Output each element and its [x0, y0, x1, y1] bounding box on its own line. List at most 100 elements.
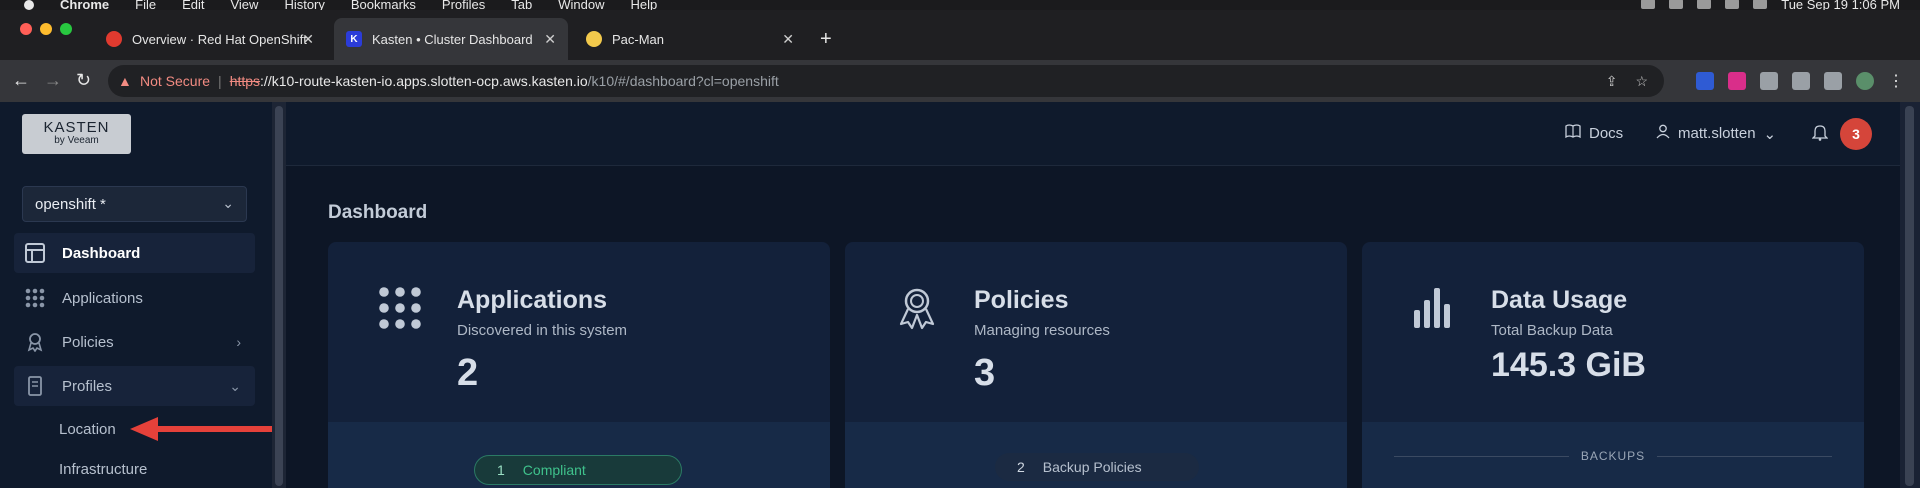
data-usage-card[interactable]: Data Usage Total Backup Data 145.3 GiB B…	[1362, 242, 1864, 488]
menu-file[interactable]: File	[135, 0, 156, 10]
extension-pink-icon[interactable]	[1728, 72, 1746, 90]
compliant-pill[interactable]: 1 Compliant	[474, 455, 682, 485]
status-icon[interactable]	[1669, 0, 1684, 9]
apps-grid-icon	[379, 287, 421, 329]
apple-icon[interactable]	[22, 0, 36, 10]
url-path: /k10/#/dashboard?cl=openshift	[587, 73, 779, 89]
pill-count: 1	[497, 462, 505, 478]
close-tab-icon[interactable]: ✕	[782, 31, 794, 48]
sidebar-subitem-infrastructure[interactable]: Infrastructure	[59, 461, 147, 478]
tab-title: Overview · Red Hat OpenShift	[132, 31, 307, 47]
card-value: 145.3 GiB	[1491, 346, 1646, 384]
profile-avatar[interactable]	[1856, 72, 1874, 90]
search-icon[interactable]	[1753, 0, 1768, 9]
not-secure-label[interactable]: Not Secure	[140, 73, 210, 89]
book-icon	[1565, 124, 1581, 142]
docs-link[interactable]: Docs	[1565, 124, 1623, 142]
bookmark-star-icon[interactable]: ☆	[1635, 73, 1648, 90]
page-title: Dashboard	[328, 202, 428, 223]
pacman-favicon-icon	[586, 31, 602, 47]
policies-card[interactable]: Policies Managing resources 3 2 Backup P…	[845, 242, 1347, 488]
menu-window[interactable]: Window	[558, 0, 604, 10]
apps-grid-icon	[24, 287, 46, 309]
warning-triangle-icon[interactable]: ▲	[118, 73, 134, 89]
zoom-window-button[interactable]	[60, 23, 72, 35]
status-icon[interactable]	[1641, 0, 1656, 9]
cluster-select-value: openshift *	[35, 195, 106, 213]
status-icon[interactable]	[1697, 0, 1712, 9]
pill-label: Backup Policies	[1042, 459, 1142, 475]
menu-view[interactable]: View	[230, 0, 258, 10]
pill-count: 2	[1017, 459, 1025, 475]
sidebar-item-label: Dashboard	[62, 244, 141, 262]
logo-text: KASTEN	[43, 119, 110, 136]
chevron-down-icon: ⌄	[1763, 125, 1777, 143]
menu-bookmarks[interactable]: Bookmarks	[351, 0, 416, 10]
tab-openshift[interactable]: Overview · Red Hat OpenShift ✕	[94, 18, 326, 60]
minimize-window-button[interactable]	[40, 23, 52, 35]
back-arrow-icon[interactable]: ←	[12, 70, 30, 91]
sidebar-item-applications[interactable]: Applications	[14, 278, 255, 318]
notifications-bell-icon[interactable]	[1811, 124, 1829, 145]
policy-badge-icon	[899, 288, 935, 330]
profile-icon	[24, 375, 46, 397]
backups-section-divider: BACKUPS	[1394, 446, 1833, 466]
side-panel-icon[interactable]	[1824, 72, 1842, 90]
chevron-right-icon: ›	[236, 334, 241, 350]
card-value: 2	[457, 352, 479, 394]
menu-edit[interactable]: Edit	[182, 0, 204, 10]
card-subtitle: Total Backup Data	[1491, 322, 1613, 339]
sidebar-item-label: Policies	[62, 333, 114, 351]
sidebar-item-label: Profiles	[62, 377, 113, 395]
menu-history[interactable]: History	[284, 0, 324, 10]
docs-label: Docs	[1589, 124, 1624, 142]
forward-arrow-icon[interactable]: →	[44, 70, 62, 91]
share-icon[interactable]: ⇪	[1606, 73, 1618, 90]
menu-tab[interactable]: Tab	[511, 0, 532, 10]
divider-line	[1394, 455, 1569, 457]
bitwarden-extension-icon[interactable]	[1696, 72, 1714, 90]
card-subtitle: Managing resources	[974, 322, 1110, 339]
backup-policies-pill[interactable]: 2 Backup Policies	[995, 453, 1199, 481]
scrollbar-thumb[interactable]	[1905, 106, 1914, 486]
applications-card[interactable]: Applications Discovered in this system 2…	[328, 242, 830, 488]
notification-count-badge[interactable]: 3	[1840, 118, 1872, 150]
menu-profiles[interactable]: Profiles	[442, 0, 485, 10]
cluster-select[interactable]: openshift * ⌄	[22, 186, 247, 222]
card-title: Policies	[974, 286, 1069, 314]
menu-app-name[interactable]: Chrome	[60, 0, 109, 10]
logo-subtext: by Veeam	[54, 135, 99, 146]
card-value: 3	[974, 352, 996, 394]
extensions-puzzle-icon[interactable]	[1760, 72, 1778, 90]
sidebar-scrollbar[interactable]	[272, 102, 286, 488]
card-subtitle: Discovered in this system	[457, 322, 628, 339]
sidebar-item-label: Applications	[62, 289, 143, 307]
page-scrollbar[interactable]	[1900, 102, 1920, 488]
sidebar-item-policies[interactable]: Policies ›	[14, 322, 255, 362]
address-bar[interactable]: ▲ Not Secure | https ://k10-route-kasten…	[108, 65, 1664, 97]
sidebar-item-dashboard[interactable]: Dashboard	[14, 233, 255, 273]
sidebar-item-profiles[interactable]: Profiles ⌄	[14, 366, 255, 406]
section-label: BACKUPS	[1580, 449, 1646, 463]
reload-icon[interactable]: ↻	[76, 70, 91, 91]
close-tab-icon[interactable]: ✕	[302, 31, 314, 48]
new-tab-button[interactable]: +	[820, 28, 832, 51]
menu-help[interactable]: Help	[631, 0, 658, 10]
card-title: Applications	[457, 286, 608, 314]
scrollbar-thumb[interactable]	[275, 106, 283, 486]
tab-kasten-dashboard[interactable]: K Kasten • Cluster Dashboard ✕	[334, 18, 568, 60]
user-menu[interactable]: matt.slotten ⌄	[1656, 124, 1776, 143]
close-window-button[interactable]	[20, 23, 32, 35]
reading-list-icon[interactable]	[1792, 72, 1810, 90]
chrome-menu-icon[interactable]: ⋮	[1888, 71, 1904, 91]
kasten-logo[interactable]: KASTEN by Veeam	[22, 114, 131, 154]
dashboard-icon	[24, 242, 46, 264]
menu-clock[interactable]: Tue Sep 19 1:06 PM	[1781, 0, 1900, 10]
bar-chart-icon	[1414, 288, 1450, 328]
divider-line	[1657, 455, 1833, 457]
sidebar-subitem-location[interactable]: Location	[59, 421, 116, 438]
username-label: matt.slotten	[1678, 125, 1756, 142]
close-tab-icon[interactable]: ✕	[544, 31, 556, 48]
wifi-icon[interactable]	[1725, 0, 1740, 9]
tab-pacman[interactable]: Pac-Man ✕	[574, 18, 806, 60]
